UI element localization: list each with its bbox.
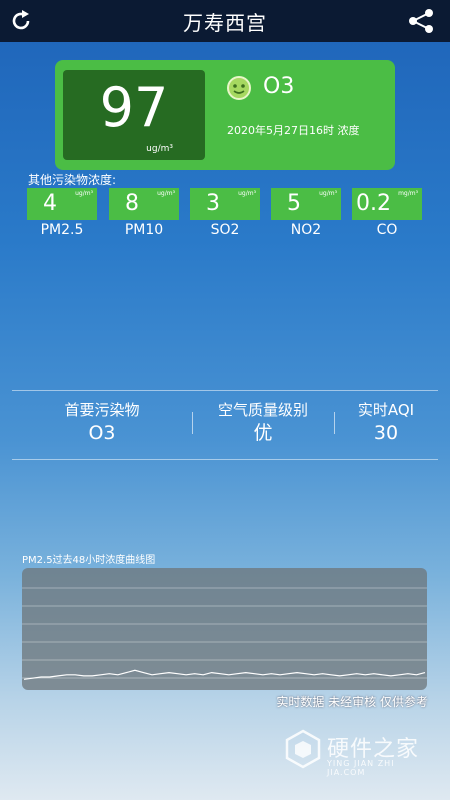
cube-logo-icon	[285, 729, 321, 769]
station-title: 万寿西宫	[183, 10, 267, 35]
pollutant-card-pm25[interactable]: 4 ug/m³ PM2.5	[27, 188, 97, 238]
stat-realtime-aqi: 实时AQI 30	[334, 400, 438, 446]
pollutant-unit: ug/m³	[319, 190, 337, 197]
stat-label: 首要污染物	[64, 401, 140, 419]
pollutant-value: 5	[287, 191, 301, 216]
pollutant-card-no2[interactable]: 5 ug/m³ NO2	[271, 188, 341, 238]
smile-face-icon	[227, 76, 251, 100]
top-bar: 万寿西宫	[0, 0, 450, 42]
aqi-unit: ug/m³	[146, 144, 173, 154]
aqi-value: 97	[99, 76, 169, 139]
pollutant-unit: ug/m³	[238, 190, 256, 197]
pollutant-value: 8	[125, 191, 139, 216]
other-pollutants: 4 ug/m³ PM2.5 8 ug/m³ PM10 3 ug/m³ SO2 5 ug/…	[27, 188, 427, 242]
pollutant-value: 4	[43, 191, 57, 216]
pollutant-unit: ug/m³	[157, 190, 175, 197]
watermark-subtext: YING JIAN ZHI JIA.COM	[327, 759, 395, 777]
other-pollutants-label: 其他污染物浓度:	[28, 173, 117, 187]
disclaimer-text: 实时数据 未经审核 仅供参考	[276, 695, 428, 709]
refresh-icon[interactable]	[8, 8, 34, 34]
stat-value: 30	[373, 422, 399, 444]
pollutant-card-so2[interactable]: 3 ug/m³ SO2	[190, 188, 260, 238]
pm25-chart[interactable]	[22, 568, 427, 690]
aqi-value-box: 97 ug/m³	[63, 70, 205, 160]
pollutant-card-co[interactable]: 0.2 mg/m³ CO	[352, 188, 422, 238]
stat-quality-level: 空气质量级别 优	[192, 400, 334, 446]
pollutant-unit: mg/m³	[398, 190, 418, 197]
summary-stats: 首要污染物 O3 空气质量级别 优 实时AQI 30	[12, 400, 438, 452]
divider-top	[12, 390, 438, 391]
watermark: 硬件之家 YING JIAN ZHI JIA.COM	[285, 729, 435, 777]
pm25-line-chart	[22, 587, 427, 680]
pollutant-unit: ug/m³	[75, 190, 93, 197]
primary-pollutant: O3	[263, 74, 295, 99]
pollutant-value: 3	[206, 191, 220, 216]
pollutant-name: NO2	[290, 222, 322, 238]
stat-label: 空气质量级别	[217, 401, 308, 419]
pollutant-card-pm10[interactable]: 8 ug/m³ PM10	[109, 188, 179, 238]
pollutant-name: SO2	[210, 222, 240, 238]
share-icon[interactable]	[406, 8, 436, 34]
stat-label: 实时AQI	[357, 401, 415, 419]
stat-value: O3	[88, 422, 116, 444]
chart-title: PM2.5过去48小时浓度曲线图	[22, 555, 156, 566]
update-timestamp: 2020年5月27日16时 浓度	[227, 124, 360, 137]
pollutant-name: PM2.5	[40, 222, 84, 238]
pollutant-name: CO	[376, 222, 398, 238]
main-aqi-card: 97 ug/m³ O3 2020年5月27日16时 浓度	[55, 60, 395, 170]
pollutant-name: PM10	[124, 222, 164, 238]
divider-bottom	[12, 459, 438, 460]
stat-value: 优	[253, 422, 273, 444]
stat-primary-pollutant: 首要污染物 O3	[12, 400, 192, 446]
pollutant-value: 0.2	[356, 191, 391, 216]
